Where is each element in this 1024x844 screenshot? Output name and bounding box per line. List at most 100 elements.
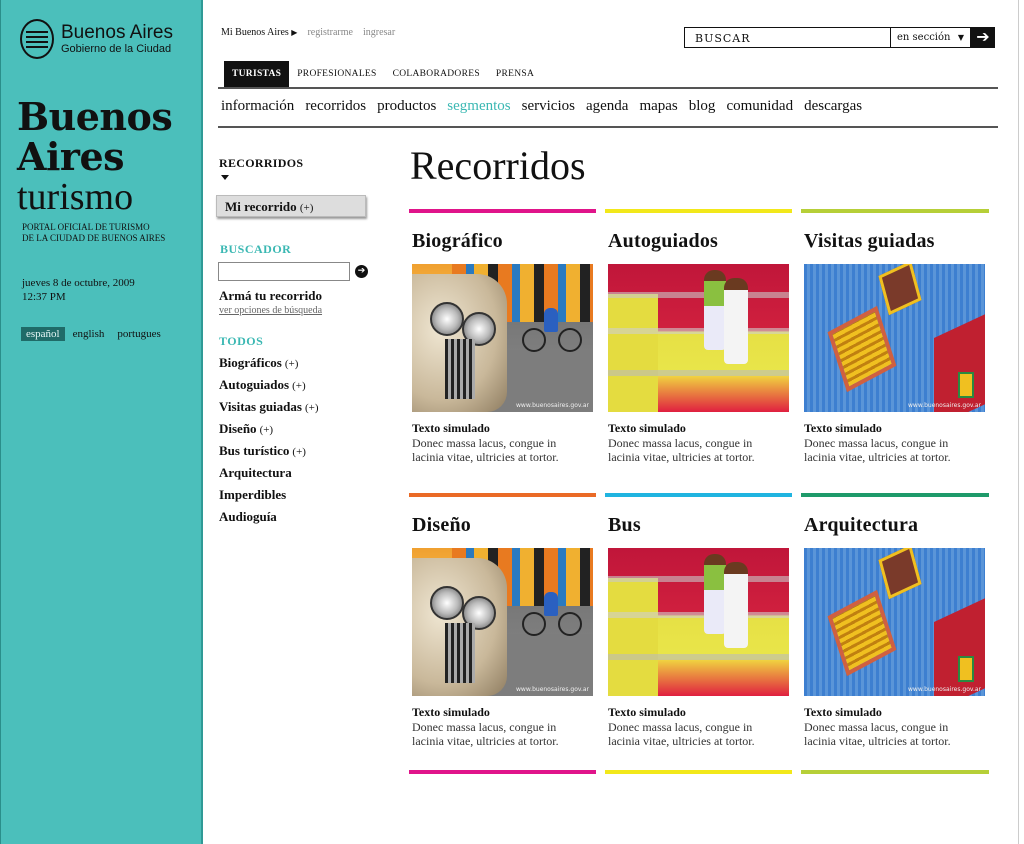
search-bar: BUSCAR en sección ▼ ➔ [684, 27, 995, 48]
site-title-line1: Buenos [17, 94, 173, 139]
category-color-bar [801, 493, 989, 497]
lang-english[interactable]: english [68, 327, 110, 341]
card-title[interactable]: Bus [608, 514, 791, 537]
todos-heading[interactable]: TODOS [219, 334, 263, 349]
nav-mapas[interactable]: mapas [639, 98, 677, 115]
login-link[interactable]: ingresar [363, 27, 395, 38]
search-options-link[interactable]: ver opciones de búsqueda [219, 305, 322, 316]
category-color-bar [605, 209, 792, 213]
category-item[interactable]: Diseño (+) [219, 421, 319, 443]
card-text-title[interactable]: Texto simulado [804, 421, 987, 436]
main-nav: información recorridos productos segment… [221, 98, 862, 115]
category-item[interactable]: Biográficos (+) [219, 355, 319, 377]
nav-recorridos[interactable]: recorridos [305, 98, 366, 115]
card-text-title[interactable]: Texto simulado [804, 705, 987, 720]
register-link[interactable]: registrarme [307, 27, 353, 38]
card-title[interactable]: Visitas guiadas [804, 230, 987, 253]
site-title-line3: turismo [17, 176, 134, 218]
nav-descargas[interactable]: descargas [804, 98, 862, 115]
category-item[interactable]: Bus turístico (+) [219, 443, 319, 465]
nav-segmentos[interactable]: segmentos [447, 98, 510, 115]
tabs-divider [218, 87, 998, 89]
nav-informacion[interactable]: información [221, 98, 294, 115]
card-title[interactable]: Diseño [412, 514, 595, 537]
sidebar-header[interactable]: RECORRIDOS [219, 156, 379, 180]
page-right-edge [1018, 0, 1024, 844]
city-logo[interactable]: Buenos Aires Gobierno de la Ciudad [20, 19, 173, 59]
photo-window-wall[interactable]: www.buenosaires.gov.ar [804, 548, 985, 696]
footer-color-bar [801, 770, 989, 774]
category-color-bar [409, 493, 596, 497]
card-text-title[interactable]: Texto simulado [608, 705, 791, 720]
card-text-title[interactable]: Texto simulado [608, 421, 791, 436]
logo-line2: Gobierno de la Ciudad [61, 43, 172, 55]
tour-card: Arquitectura www.buenosaires.gov.ar Texto … [804, 514, 987, 748]
buscador-input[interactable] [218, 262, 350, 281]
mi-buenos-aires-link[interactable]: Mi Buenos Aires ▶ [221, 27, 297, 38]
category-item[interactable]: Audioguía [219, 509, 319, 531]
nav-productos[interactable]: productos [377, 98, 436, 115]
lang-portugues[interactable]: portugues [112, 327, 165, 341]
search-input[interactable]: BUSCAR [684, 27, 891, 48]
audience-tabs: TURISTAS PROFESIONALES COLABORADORES PRE… [224, 61, 542, 88]
watermark: www.buenosaires.gov.ar [908, 402, 981, 409]
watermark: www.buenosaires.gov.ar [516, 402, 589, 409]
portal-caption: PORTAL OFICIAL DE TURISMO DE LA CIUDAD D… [22, 222, 165, 244]
category-color-bar [801, 209, 989, 213]
category-color-bar [605, 493, 792, 497]
card-title[interactable]: Biográfico [412, 230, 595, 253]
category-item[interactable]: Visitas guiadas (+) [219, 399, 319, 421]
tour-card: Visitas guiadas www.buenosaires.gov.ar Tex… [804, 230, 987, 464]
photo-window-wall[interactable]: www.buenosaires.gov.ar [804, 264, 985, 412]
mi-recorrido-button[interactable]: Mi recorrido (+) [216, 195, 366, 217]
nav-blog[interactable]: blog [689, 98, 716, 115]
card-text-title[interactable]: Texto simulado [412, 705, 595, 720]
site-title[interactable]: Buenos Aires turismo [17, 94, 173, 218]
card-title[interactable]: Autoguiados [608, 230, 791, 253]
card-title[interactable]: Arquitectura [804, 514, 987, 537]
page-title: Recorridos [410, 143, 586, 188]
card-description: Donec massa lacus, congue in lacinia vita… [804, 720, 951, 748]
category-item[interactable]: Autoguiados (+) [219, 377, 319, 399]
photo-kids-stairs[interactable] [608, 264, 789, 412]
tab-turistas[interactable]: TURISTAS [224, 61, 290, 88]
category-item[interactable]: Imperdibles [219, 487, 319, 509]
search-scope-select[interactable]: en sección ▼ [891, 27, 971, 48]
category-item[interactable]: Arquitectura [219, 465, 319, 487]
caret-right-icon: ▶ [291, 28, 298, 37]
mi-recorrido-label: Mi recorrido [225, 199, 297, 214]
nav-servicios[interactable]: servicios [522, 98, 575, 115]
search-go-button[interactable]: ➔ [971, 27, 995, 48]
tab-profesionales[interactable]: PROFESIONALES [289, 61, 384, 88]
mi-recorrido-plus: (+) [299, 202, 314, 214]
nav-comunidad[interactable]: comunidad [726, 98, 793, 115]
tour-card: Bus Texto simulado Donec massa lacus, cong… [608, 514, 791, 748]
site-title-line2: Aires [17, 134, 125, 179]
time-line: 12:37 PM [22, 291, 66, 303]
tab-prensa[interactable]: PRENSA [488, 61, 542, 88]
photo-car-street[interactable]: www.buenosaires.gov.ar [412, 264, 593, 412]
nav-agenda[interactable]: agenda [586, 98, 628, 115]
tab-colaboradores[interactable]: COLABORADORES [385, 61, 488, 88]
photo-kids-stairs[interactable] [608, 548, 789, 696]
arma-recorrido: Armá tu recorrido ver opciones de búsque… [219, 288, 322, 316]
category-list: Biográficos (+) Autoguiados (+) Visitas gu… [219, 355, 319, 531]
card-description: Donec massa lacus, congue in lacinia vita… [608, 436, 755, 464]
card-description: Donec massa lacus, congue in lacinia vita… [608, 720, 755, 748]
arma-title[interactable]: Armá tu recorrido [219, 288, 322, 304]
photo-car-street[interactable]: www.buenosaires.gov.ar [412, 548, 593, 696]
lang-espanol[interactable]: español [21, 327, 65, 341]
footer-color-bar [409, 770, 596, 774]
logo-line1: Buenos Aires [61, 22, 173, 43]
card-description: Donec massa lacus, congue in lacinia vita… [412, 436, 559, 464]
card-text-title[interactable]: Texto simulado [412, 421, 595, 436]
tour-card: Autoguiados Texto simulado Donec massa lac… [608, 230, 791, 464]
category-color-bar [409, 209, 596, 213]
sidebar-title: RECORRIDOS [219, 156, 304, 170]
buscador-go-button[interactable]: ➔ [355, 265, 368, 278]
arrow-right-icon: ➔ [357, 266, 366, 276]
city-seal-icon [20, 19, 54, 59]
arrow-right-icon: ➔ [976, 27, 990, 46]
card-description: Donec massa lacus, congue in lacinia vita… [804, 436, 951, 464]
brand-panel: Buenos Aires Gobierno de la Ciudad Bueno… [0, 0, 203, 844]
